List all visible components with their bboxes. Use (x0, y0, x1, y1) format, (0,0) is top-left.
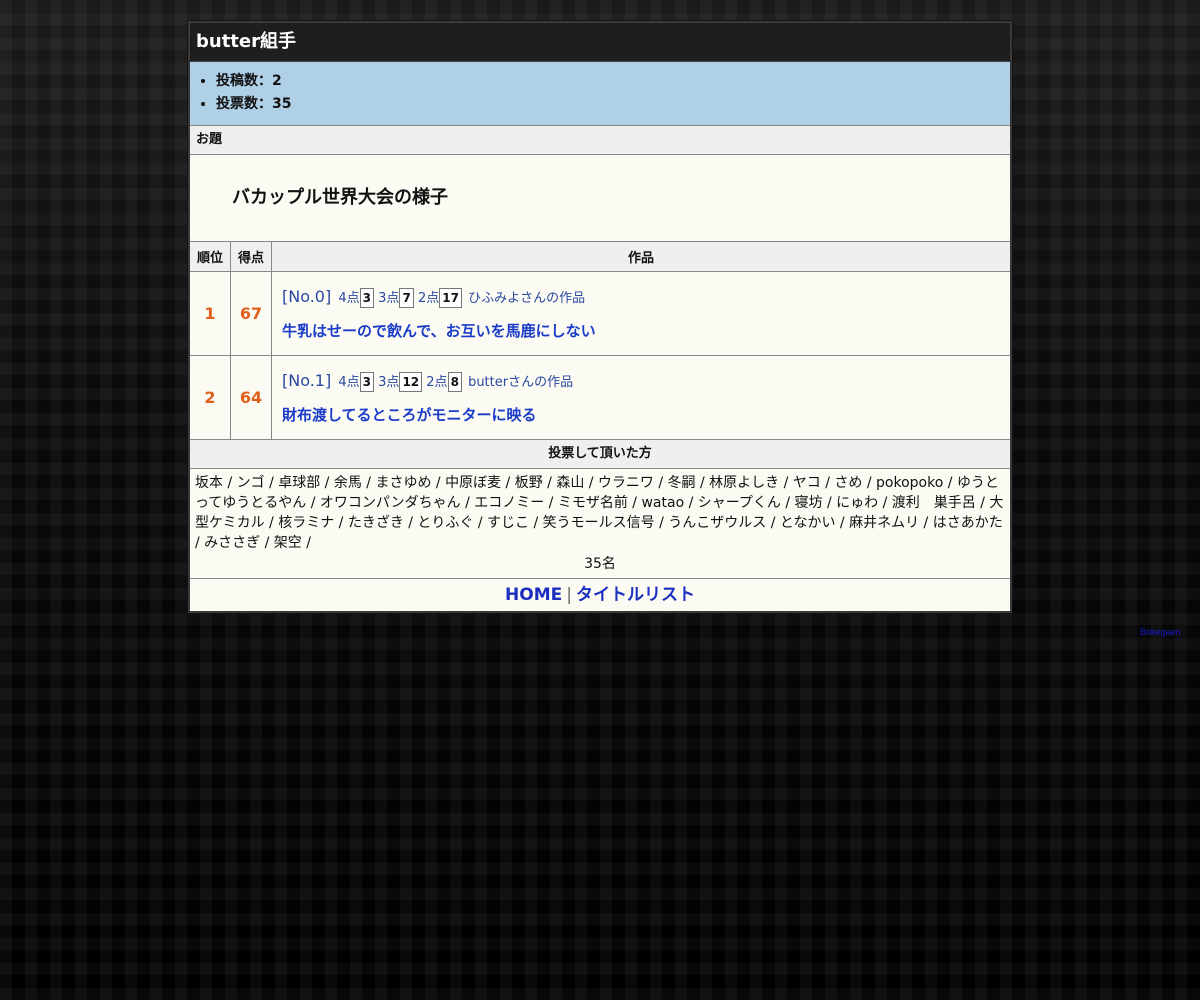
results-table: 順位 得点 作品 1 67 [No.0] 4点 3 3点 7 2点 17 ひふみよさん… (190, 242, 1010, 440)
work-author: ひふみよさんの作品 (468, 291, 586, 306)
results-panel: butter組手 投稿数：2 投票数：35 お題 バカップル世界大会の様子 順位… (188, 21, 1012, 613)
work-cell: [No.0] 4点 3 3点 7 2点 17 ひふみよさんの作品 牛乳はせーので飲んで… (271, 271, 1010, 356)
footer-separator: | (566, 585, 572, 605)
home-link[interactable]: HOME (505, 585, 562, 605)
score-cell: 64 (230, 355, 272, 440)
points-4-label: 4点 (338, 375, 360, 390)
score-header: 得点 (230, 242, 272, 272)
work-number[interactable]: [No.0] (282, 287, 331, 306)
voter-count: 35名 (584, 556, 616, 572)
table-row: 1 67 [No.0] 4点 3 3点 7 2点 17 ひふみよさんの作品 牛乳はせー… (190, 271, 1010, 356)
stats-list: 投稿数：2 投票数：35 (190, 70, 1010, 116)
vote-count: 投票数：35 (216, 93, 1010, 116)
points-4-count: 3 (359, 372, 375, 392)
post-count: 投稿数：2 (216, 70, 1010, 93)
stats-box: 投稿数：2 投票数：35 (190, 62, 1010, 126)
points-3-label: 3点 (378, 291, 400, 306)
credit-link[interactable]: Bokegaen (1140, 627, 1181, 637)
points-3-count: 7 (399, 288, 414, 308)
points-2-count: 17 (439, 288, 462, 308)
points-4-count: 3 (359, 288, 375, 308)
work-cell: [No.1] 4点 3 3点 12 2点 8 butterさんの作品 財布渡してるとこ… (271, 355, 1010, 440)
points-3-label: 3点 (378, 375, 400, 390)
work-title: 財布渡してるところがモニターに映る (282, 406, 537, 424)
rank-header: 順位 (190, 242, 231, 272)
topic-header: お題 (190, 126, 1010, 155)
voters-header: 投票して頂いた方 (190, 440, 1010, 469)
points-3-count: 12 (399, 372, 423, 392)
results-header-row: 順位 得点 作品 (190, 242, 1010, 272)
work-header: 作品 (271, 242, 1010, 272)
topic-text: バカップル世界大会の様子 (190, 155, 1010, 242)
points-4-label: 4点 (338, 291, 360, 306)
score-cell: 67 (230, 271, 272, 356)
work-meta: [No.0] 4点 3 3点 7 2点 17 ひふみよさんの作品 (282, 286, 1009, 310)
rank-cell: 2 (190, 355, 231, 440)
points-2-count: 8 (447, 372, 462, 392)
title-list-link[interactable]: タイトルリスト (576, 585, 695, 605)
voters-box: 坂本 / ンゴ / 卓球部 / 余馬 / まさゆめ / 中原ぼ麦 / 板野 / … (190, 469, 1010, 579)
points-2-label: 2点 (426, 375, 448, 390)
work-number[interactable]: [No.1] (282, 371, 331, 390)
rank-cell: 1 (190, 271, 231, 356)
voters-list: 坂本 / ンゴ / 卓球部 / 余馬 / まさゆめ / 中原ぼ麦 / 板野 / … (195, 475, 1004, 551)
page-title: butter組手 (190, 23, 1010, 62)
work-title: 牛乳はせーので飲んで、お互いを馬鹿にしない (282, 322, 596, 340)
work-author: butterさんの作品 (468, 375, 574, 390)
footer-nav: HOME | タイトルリスト (190, 579, 1010, 611)
table-row: 2 64 [No.1] 4点 3 3点 12 2点 8 butterさんの作品 財布渡… (190, 355, 1010, 440)
work-meta: [No.1] 4点 3 3点 12 2点 8 butterさんの作品 (282, 370, 1009, 394)
points-2-label: 2点 (417, 291, 440, 306)
